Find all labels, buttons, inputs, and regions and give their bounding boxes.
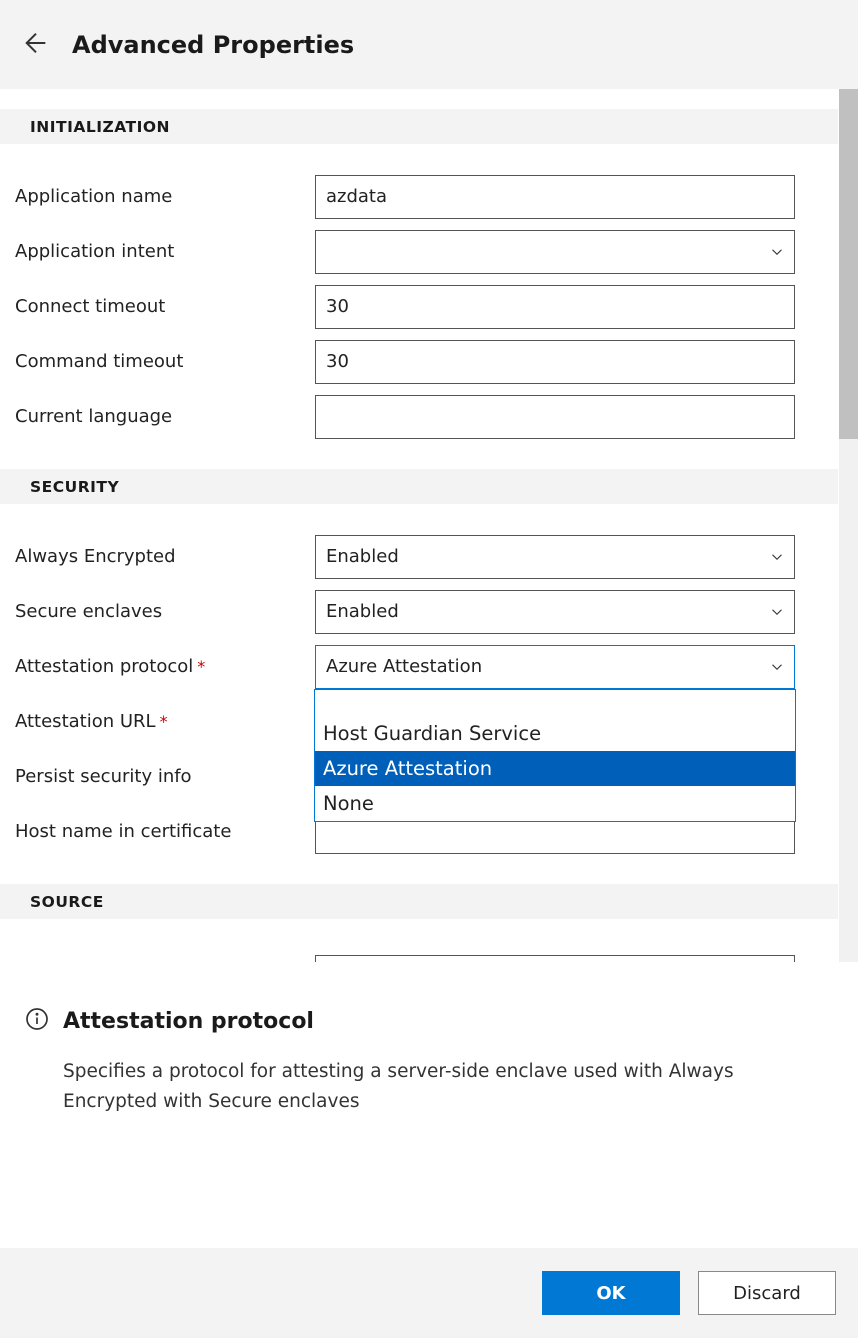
required-indicator: * <box>197 657 205 676</box>
section-initialization-header: INITIALIZATION <box>0 109 838 144</box>
ok-button[interactable]: OK <box>542 1271 680 1315</box>
description-title: Attestation protocol <box>63 1009 314 1034</box>
content-scroll-area: INITIALIZATION Application name Applicat… <box>0 89 858 962</box>
select-context-connection[interactable] <box>315 955 795 963</box>
select-secure-enclaves[interactable]: Enabled <box>315 590 795 634</box>
label-current-language: Current language <box>15 406 315 427</box>
input-connect-timeout[interactable] <box>315 285 795 329</box>
select-always-encrypted[interactable]: Enabled <box>315 535 795 579</box>
page-title: Advanced Properties <box>72 31 354 59</box>
label-persist-security-info: Persist security info <box>15 766 315 787</box>
label-attestation-protocol: Attestation protocol * <box>15 656 315 677</box>
row-current-language: Current language <box>15 389 843 444</box>
scrollbar-thumb[interactable] <box>839 89 858 439</box>
info-icon <box>25 1007 49 1035</box>
back-button[interactable] <box>20 27 52 63</box>
discard-button[interactable]: Discard <box>698 1271 836 1315</box>
chevron-down-icon <box>768 536 786 578</box>
description-text: Specifies a protocol for attesting a ser… <box>25 1057 833 1116</box>
label-command-timeout: Command timeout <box>15 351 315 372</box>
section-security-body: Always Encrypted Enabled Secure enclaves… <box>0 504 858 884</box>
dropdown-attestation-protocol-list: Host Guardian Service Azure Attestation … <box>314 689 796 822</box>
label-host-name-certificate: Host name in certificate <box>15 821 315 842</box>
required-indicator: * <box>160 712 168 731</box>
chevron-down-icon <box>768 231 786 273</box>
description-panel: Attestation protocol Specifies a protoco… <box>0 962 858 1248</box>
dialog-footer: OK Discard <box>0 1248 858 1338</box>
select-application-intent[interactable] <box>315 230 795 274</box>
chevron-down-icon <box>768 646 786 688</box>
row-application-name: Application name <box>15 169 843 224</box>
row-context-connection: Context connection <box>15 949 843 962</box>
label-always-encrypted: Always Encrypted <box>15 546 315 567</box>
dropdown-option-hgs[interactable]: Host Guardian Service <box>315 716 795 751</box>
row-secure-enclaves: Secure enclaves Enabled <box>15 584 843 639</box>
page-header: Advanced Properties <box>0 0 858 89</box>
dropdown-option-azure[interactable]: Azure Attestation <box>315 751 795 786</box>
row-attestation-protocol: Attestation protocol * Azure Attestation… <box>15 639 843 694</box>
label-secure-enclaves: Secure enclaves <box>15 601 315 622</box>
input-current-language[interactable] <box>315 395 795 439</box>
chevron-down-icon <box>768 591 786 633</box>
label-attestation-url: Attestation URL * <box>15 711 315 732</box>
back-arrow-icon <box>20 27 52 59</box>
row-always-encrypted: Always Encrypted Enabled <box>15 529 843 584</box>
label-application-name: Application name <box>15 186 315 207</box>
label-application-intent: Application intent <box>15 241 315 262</box>
section-source-header: SOURCE <box>0 884 838 919</box>
scrollbar-track[interactable] <box>839 89 858 962</box>
row-connect-timeout: Connect timeout <box>15 279 843 334</box>
section-security-header: SECURITY <box>0 469 838 504</box>
label-connect-timeout: Connect timeout <box>15 296 315 317</box>
section-source-body: Context connection <box>0 919 858 962</box>
row-application-intent: Application intent <box>15 224 843 279</box>
dropdown-option-none[interactable]: None <box>315 786 795 821</box>
input-command-timeout[interactable] <box>315 340 795 384</box>
section-initialization-body: Application name Application intent Conn… <box>0 144 858 469</box>
select-attestation-protocol[interactable]: Azure Attestation <box>315 645 795 689</box>
input-application-name[interactable] <box>315 175 795 219</box>
row-command-timeout: Command timeout <box>15 334 843 389</box>
